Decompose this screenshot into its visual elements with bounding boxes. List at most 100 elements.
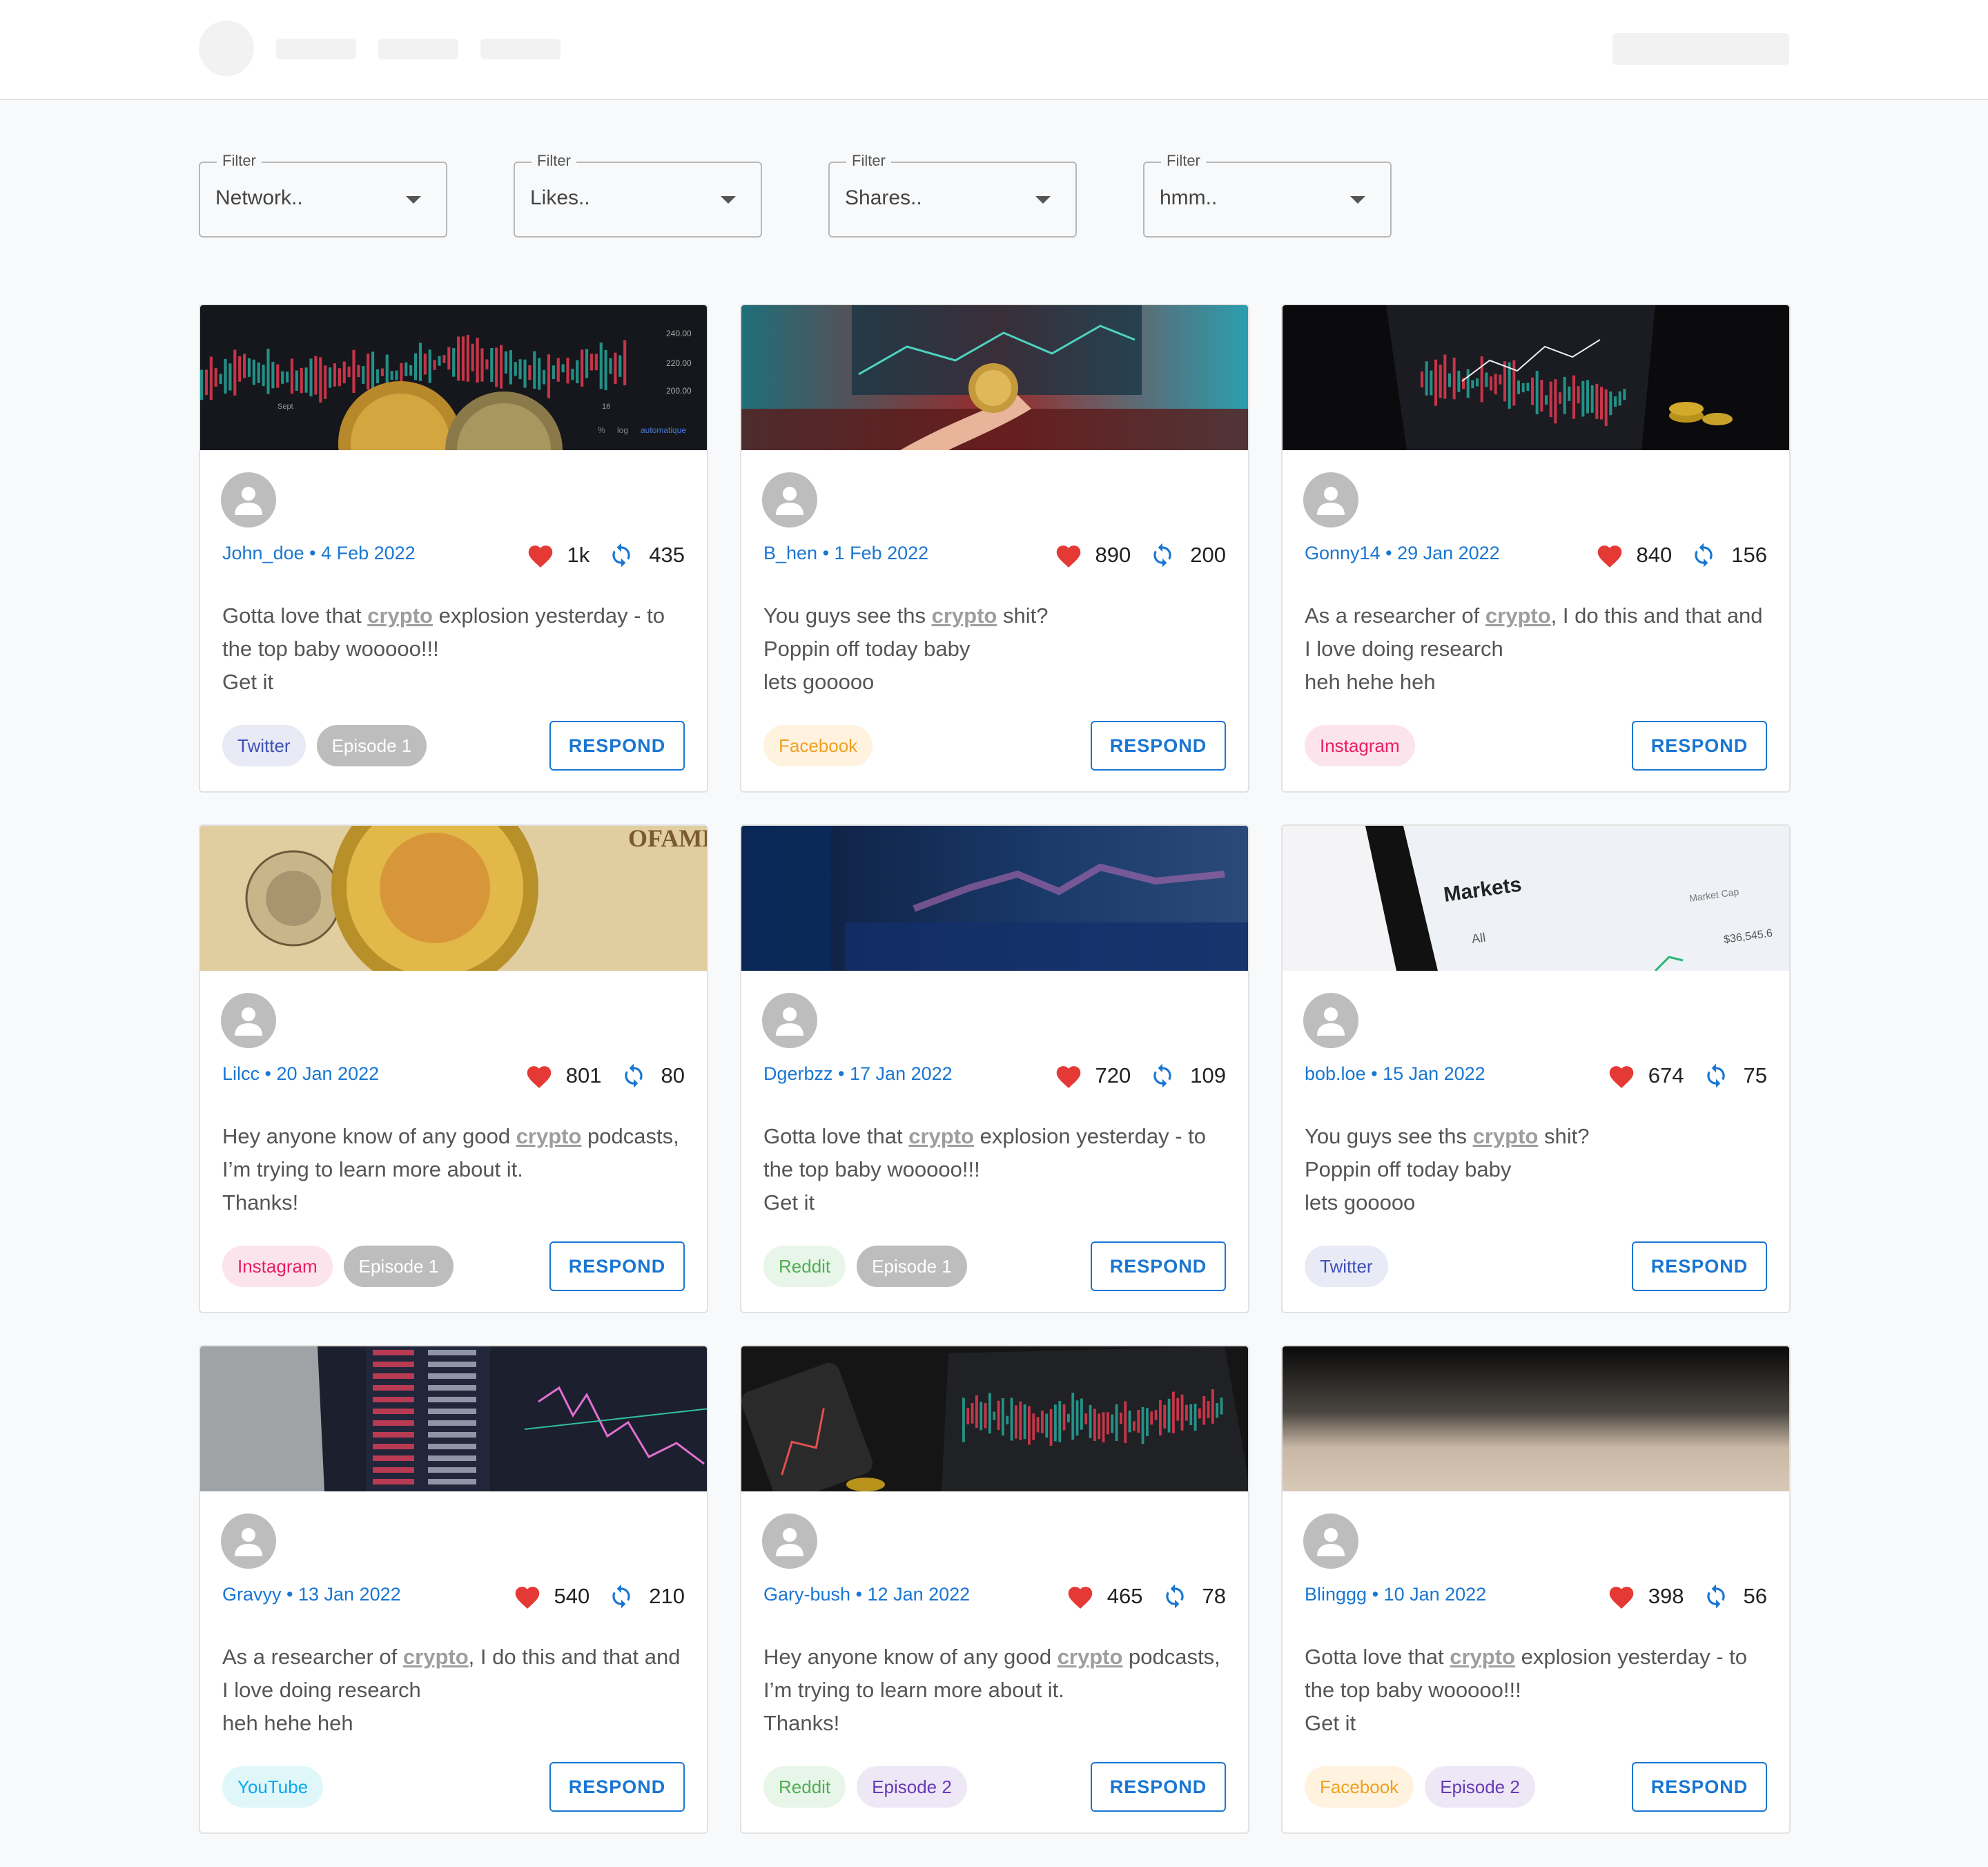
repost-icon[interactable] <box>606 542 636 568</box>
avatar[interactable] <box>221 993 276 1048</box>
post-author[interactable]: Lilcc <box>222 1063 260 1084</box>
avatar[interactable] <box>1303 993 1358 1048</box>
post-tags: Instagram Episode 1 <box>222 1246 454 1287</box>
filter-misc-select[interactable]: Filter hmm.. <box>1143 152 1392 238</box>
tag-chip[interactable]: Reddit <box>763 1246 846 1287</box>
nav-link-placeholder-2[interactable] <box>378 39 458 59</box>
post-text-segment: Hey anyone know of any good <box>222 1124 516 1148</box>
like-count: 840 <box>1636 543 1673 567</box>
heart-icon[interactable] <box>1607 1063 1636 1089</box>
tag-chip[interactable]: Reddit <box>763 1766 846 1808</box>
heart-icon[interactable] <box>1607 1583 1636 1609</box>
logo-placeholder[interactable] <box>199 21 254 76</box>
tag-chip[interactable]: Facebook <box>763 725 873 766</box>
post-author[interactable]: Blinggg <box>1305 1584 1367 1605</box>
heart-icon[interactable] <box>1054 1063 1083 1089</box>
repost-icon[interactable] <box>1701 1063 1731 1089</box>
keyword-link[interactable]: crypto <box>403 1645 469 1669</box>
keyword-link[interactable]: crypto <box>932 603 997 628</box>
tag-chip[interactable]: Episode 2 <box>857 1766 967 1808</box>
keyword-link[interactable]: crypto <box>908 1124 974 1148</box>
repost-icon[interactable] <box>618 1063 649 1089</box>
post-author[interactable]: Gonny14 <box>1305 543 1381 563</box>
tag-chip[interactable]: Episode 2 <box>1425 1766 1535 1808</box>
nav-link-placeholder-3[interactable] <box>480 39 561 59</box>
person-icon <box>235 487 262 515</box>
respond-button[interactable]: RESPOND <box>1632 721 1767 771</box>
keyword-link[interactable]: crypto <box>367 603 433 628</box>
tag-chip[interactable]: Episode 1 <box>343 1246 454 1287</box>
post-stats: 890 200 <box>1054 541 1226 569</box>
avatar[interactable] <box>762 1513 817 1569</box>
tag-chip[interactable]: Episode 1 <box>857 1246 967 1287</box>
respond-button[interactable]: RESPOND <box>1091 721 1226 771</box>
dropdown-arrow-icon <box>1035 196 1051 204</box>
repost-icon[interactable] <box>1701 1583 1731 1609</box>
post-author[interactable]: Dgerbzz <box>763 1063 833 1084</box>
tag-chip[interactable]: Episode 1 <box>316 725 427 766</box>
post-author-date: B_hen • 1 Feb 2022 <box>763 543 928 564</box>
tag-chip[interactable]: Twitter <box>1305 1246 1388 1287</box>
respond-button[interactable]: RESPOND <box>549 721 685 771</box>
filter-network-select[interactable]: Filter Network.. <box>199 152 447 238</box>
header-action-placeholder[interactable] <box>1612 33 1789 65</box>
avatar[interactable] <box>1303 472 1358 528</box>
tag-chip[interactable]: Twitter <box>222 725 306 766</box>
like-count: 720 <box>1095 1063 1131 1087</box>
meta-separator: • <box>1380 543 1398 563</box>
filter-likes-select[interactable]: Filter Likes.. <box>514 152 762 238</box>
dropdown-arrow-icon <box>1350 196 1365 204</box>
avatar[interactable] <box>762 472 817 528</box>
post-author[interactable]: B_hen <box>763 543 817 563</box>
post-stats: 540 210 <box>513 1583 685 1610</box>
keyword-link[interactable]: crypto <box>1450 1645 1515 1669</box>
heart-icon[interactable] <box>1595 542 1624 568</box>
filter-value: Network.. <box>215 186 303 209</box>
respond-button[interactable]: RESPOND <box>1091 1762 1226 1812</box>
post-text-line: Get it <box>1305 1711 1356 1735</box>
heart-icon[interactable] <box>1054 542 1083 568</box>
chart-footer-label: % <box>598 425 605 435</box>
post-author[interactable]: John_doe <box>222 543 304 563</box>
dollar-bill-text: OFAME <box>628 826 707 852</box>
repost-icon[interactable] <box>1688 542 1719 568</box>
repost-icon[interactable] <box>606 1583 636 1609</box>
heart-icon[interactable] <box>513 1583 542 1609</box>
heart-icon[interactable] <box>526 542 555 568</box>
respond-button[interactable]: RESPOND <box>549 1241 685 1291</box>
keyword-link[interactable]: crypto <box>516 1124 582 1148</box>
post-text-segment: shit? <box>1538 1124 1590 1148</box>
respond-button[interactable]: RESPOND <box>1091 1241 1226 1291</box>
post-author[interactable]: Gravyy <box>222 1584 282 1605</box>
keyword-link[interactable]: crypto <box>1473 1124 1539 1148</box>
tag-chip[interactable]: YouTube <box>222 1766 324 1808</box>
post-date: 10 Jan 2022 <box>1383 1584 1487 1605</box>
meta-separator: • <box>281 1584 298 1605</box>
tag-chip[interactable]: Facebook <box>1305 1766 1414 1808</box>
nav-link-placeholder-1[interactable] <box>276 39 356 59</box>
respond-button[interactable]: RESPOND <box>549 1762 685 1812</box>
meta-separator: • <box>304 543 322 563</box>
avatar[interactable] <box>762 993 817 1048</box>
avatar[interactable] <box>221 472 276 528</box>
post-tags: YouTube <box>222 1766 324 1808</box>
avatar[interactable] <box>1303 1513 1358 1569</box>
post-author[interactable]: Gary-bush <box>763 1584 850 1605</box>
repost-icon[interactable] <box>1147 542 1178 568</box>
heart-icon[interactable] <box>525 1063 554 1089</box>
heart-icon[interactable] <box>1066 1583 1095 1609</box>
post-date: 29 Jan 2022 <box>1397 543 1500 563</box>
repost-icon[interactable] <box>1160 1583 1190 1609</box>
post-tags: Twitter <box>1305 1246 1388 1287</box>
tag-chip[interactable]: Instagram <box>222 1246 333 1287</box>
repost-icon[interactable] <box>1147 1063 1178 1089</box>
keyword-link[interactable]: crypto <box>1485 603 1551 628</box>
avatar[interactable] <box>221 1513 276 1569</box>
keyword-link[interactable]: crypto <box>1058 1645 1123 1669</box>
filter-shares-select[interactable]: Filter Shares.. <box>828 152 1077 238</box>
tag-chip[interactable]: Instagram <box>1305 725 1415 766</box>
post-author[interactable]: bob.loe <box>1305 1063 1366 1084</box>
respond-button[interactable]: RESPOND <box>1632 1241 1767 1291</box>
respond-button[interactable]: RESPOND <box>1632 1762 1767 1812</box>
filter-label: Filter <box>846 152 891 170</box>
